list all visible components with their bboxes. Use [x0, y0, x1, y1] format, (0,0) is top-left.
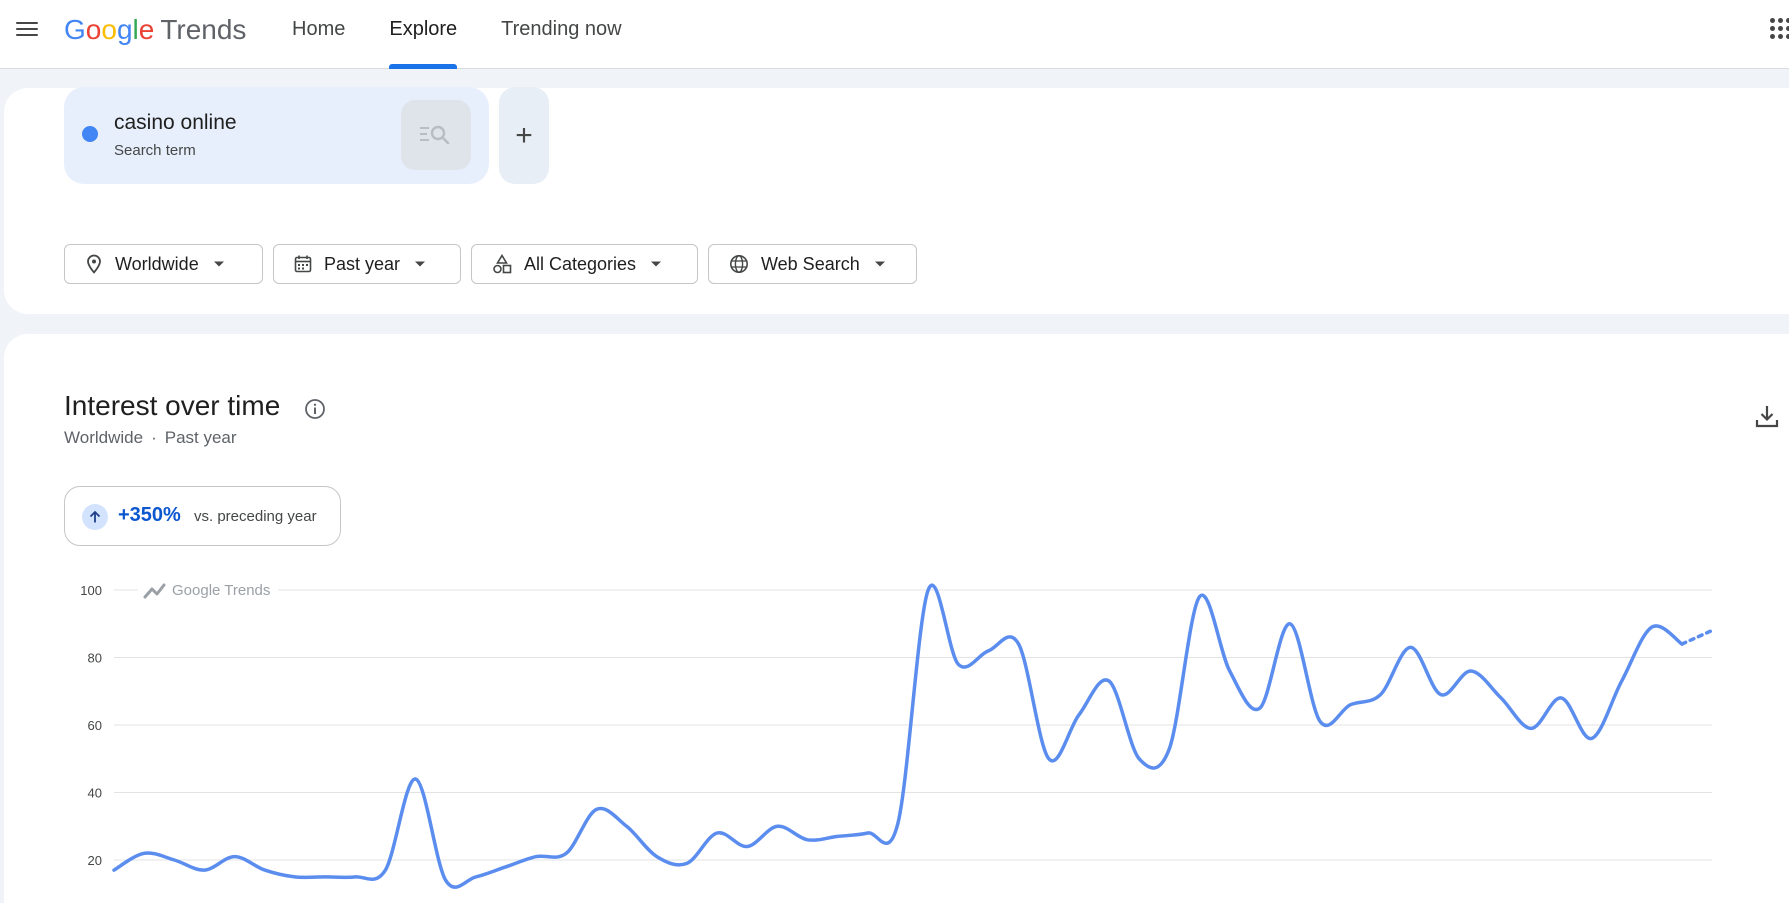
chart-title: Interest over time — [64, 390, 281, 421]
logo-letter: o — [85, 14, 102, 45]
category-filter[interactable]: All Categories — [471, 244, 698, 284]
y-tick-label: 100 — [80, 583, 102, 598]
logo-letter: o — [101, 14, 117, 45]
change-summary-pill[interactable]: +350% vs. preceding year — [64, 486, 341, 546]
plus-icon: + — [515, 118, 533, 152]
search-term-type: Search term — [114, 142, 196, 159]
download-icon[interactable] — [1754, 404, 1780, 430]
categories-icon — [493, 254, 512, 274]
location-filter[interactable]: Worldwide — [64, 244, 263, 284]
arrow-up-icon — [82, 504, 108, 530]
calendar-icon — [294, 255, 312, 273]
property-filter[interactable]: Web Search — [708, 244, 917, 284]
time-filter[interactable]: Past year — [273, 244, 461, 284]
subtitle-time: Past year — [164, 428, 237, 447]
filter-bar: Worldwide Past year All Categories Web S… — [64, 244, 927, 284]
location-pin-icon — [87, 254, 101, 274]
subtitle-location: Worldwide — [64, 428, 144, 447]
y-tick-label: 40 — [88, 786, 102, 801]
change-description: vs. preceding year — [194, 508, 317, 525]
logo-letter: G — [64, 14, 86, 45]
google-wordmark: Google — [64, 14, 154, 45]
tab-trending-now[interactable]: Trending now — [479, 0, 643, 69]
chevron-down-icon — [213, 261, 224, 267]
info-icon[interactable] — [304, 398, 326, 420]
top-bar: Google Trends Home Explore Trending now — [0, 0, 1789, 69]
chart-subtitle: Worldwide · Past year — [64, 428, 237, 448]
location-filter-label: Worldwide — [115, 253, 199, 274]
globe-icon — [730, 255, 748, 273]
add-comparison-button[interactable]: + — [499, 87, 549, 184]
time-filter-label: Past year — [324, 253, 401, 274]
chart-watermark: Google Trends — [172, 582, 270, 599]
category-filter-label: All Categories — [524, 253, 637, 274]
tab-home[interactable]: Home — [270, 0, 367, 69]
product-name: Trends — [160, 14, 247, 45]
chevron-down-icon — [651, 261, 662, 267]
search-term-name: casino online — [114, 111, 237, 134]
tab-explore[interactable]: Explore — [367, 0, 479, 69]
main-nav: Home Explore Trending now — [270, 0, 644, 69]
term-search-button[interactable] — [401, 100, 471, 170]
change-value: +350% — [118, 504, 181, 526]
subtitle-separator: · — [151, 428, 157, 447]
partial-data-line — [1680, 628, 1714, 646]
main-menu-icon[interactable] — [14, 18, 44, 42]
google-trends-logo[interactable]: Google Trends — [64, 12, 246, 48]
logo-letter: g — [116, 14, 133, 45]
logo-letter: e — [138, 14, 155, 45]
search-list-icon — [420, 125, 450, 145]
google-apps-icon[interactable] — [1770, 18, 1789, 42]
interest-line-chart[interactable]: 100 80 60 40 20 Google Trends — [0, 570, 1789, 903]
term-color-dot — [82, 126, 98, 142]
y-tick-label: 60 — [88, 718, 102, 733]
search-term-chip[interactable]: casino online Search term — [64, 87, 489, 184]
series-line — [112, 583, 1684, 889]
property-filter-label: Web Search — [761, 253, 860, 274]
chevron-down-icon — [874, 261, 885, 267]
chevron-down-icon — [415, 261, 426, 267]
y-tick-label: 20 — [88, 853, 102, 868]
y-tick-label: 80 — [88, 651, 102, 666]
